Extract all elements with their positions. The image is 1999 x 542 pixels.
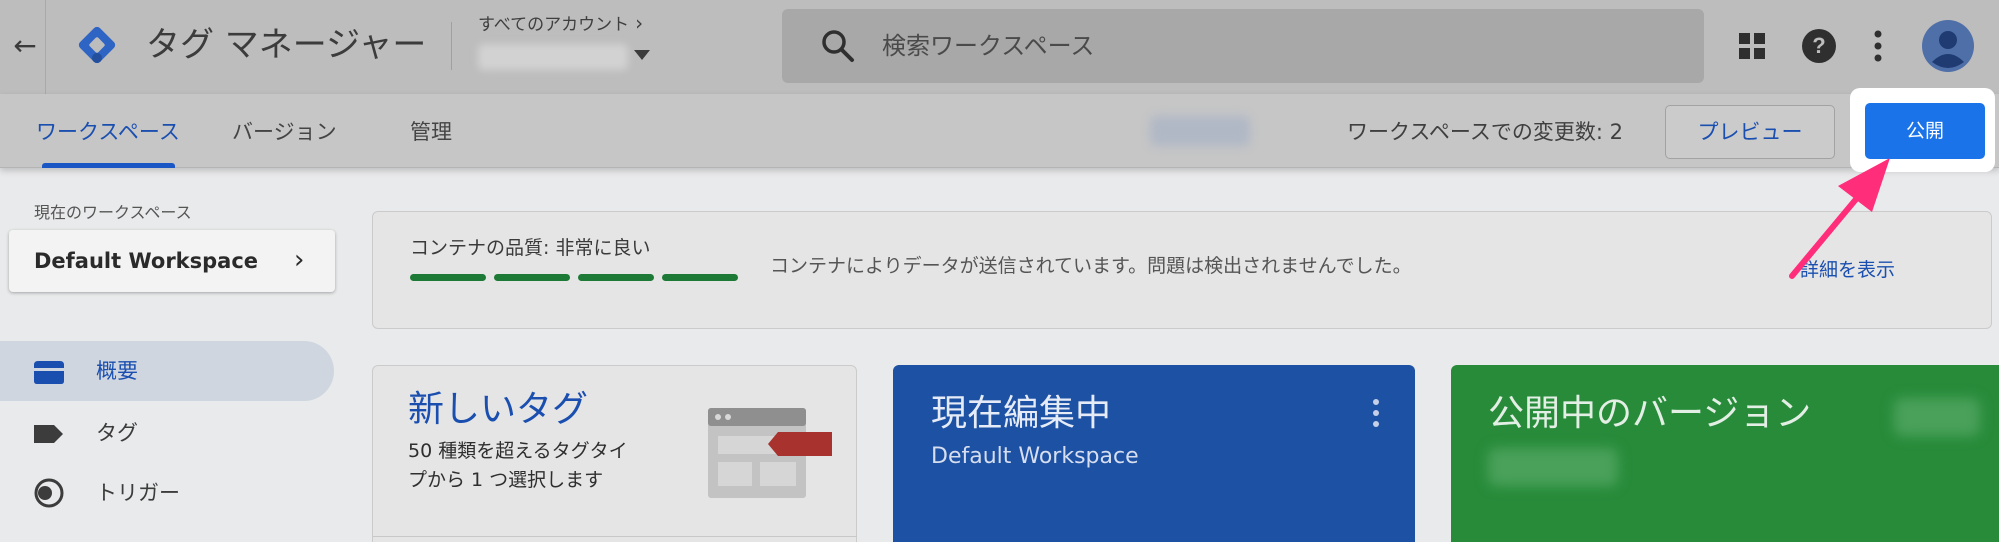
workspace-info-redacted xyxy=(1150,116,1250,146)
workspace-name: Default Workspace xyxy=(34,249,259,273)
new-tag-title[interactable]: 新しいタグ xyxy=(408,386,588,434)
container-name-redacted[interactable] xyxy=(478,44,628,70)
header-divider xyxy=(45,0,46,94)
apps-grid-icon[interactable] xyxy=(1736,30,1768,62)
back-arrow-icon[interactable]: ← xyxy=(8,24,42,68)
card-divider xyxy=(372,536,857,537)
chevron-right-icon: › xyxy=(294,245,305,275)
new-tag-illustration-icon xyxy=(708,408,832,498)
new-tag-description: 50 種類を超えるタグタイプから 1 つ選択します xyxy=(408,440,628,491)
chevron-right-icon: › xyxy=(635,11,644,35)
current-workspace-label: 現在のワークスペース xyxy=(34,203,192,222)
search-input[interactable]: 検索ワークスペース xyxy=(882,28,1094,64)
annotation-arrow-icon xyxy=(1789,158,1890,279)
account-label-text: すべてのアカウント xyxy=(478,15,630,35)
tag-icon[interactable] xyxy=(32,419,66,449)
quality-bar xyxy=(662,274,738,281)
trigger-icon[interactable] xyxy=(32,478,66,508)
sidebar-item-triggers[interactable]: トリガー xyxy=(96,478,180,508)
caret-down-icon[interactable] xyxy=(634,50,650,60)
quality-label: コンテナの品質: 非常に良い xyxy=(410,237,651,259)
quality-bar xyxy=(494,274,570,281)
tab-workspace[interactable]: ワークスペース xyxy=(36,118,180,146)
tab-admin[interactable]: 管理 xyxy=(410,118,452,146)
live-version-redacted xyxy=(1894,398,1980,436)
sidebar-item-label: 概要 xyxy=(96,359,138,383)
account-selector-label[interactable]: すべてのアカウント › xyxy=(478,12,643,36)
editing-card-title: 現在編集中 xyxy=(931,393,1112,434)
tag-manager-logo-icon xyxy=(78,26,116,64)
active-tab-indicator xyxy=(42,163,175,168)
quality-bar xyxy=(410,274,486,281)
avatar[interactable] xyxy=(1922,20,1974,72)
help-icon[interactable]: ? xyxy=(1800,27,1838,65)
live-version-redacted xyxy=(1488,448,1618,486)
folder-icon xyxy=(34,361,64,384)
more-vert-icon[interactable] xyxy=(1366,396,1386,430)
quality-bar xyxy=(578,274,654,281)
sidebar-item-tags[interactable]: タグ xyxy=(96,418,138,448)
app-title: タグ マネージャー xyxy=(146,25,427,65)
quality-meter xyxy=(410,274,738,282)
workspace-changes-count: ワークスペースでの変更数: 2 xyxy=(1347,120,1623,144)
tab-versions[interactable]: バージョン xyxy=(232,118,337,146)
search-icon xyxy=(822,30,854,62)
svg-text:?: ? xyxy=(1812,33,1825,58)
quality-message: コンテナによりデータが送信されています。問題は検出されませんでした。 xyxy=(770,255,1412,277)
header-divider xyxy=(451,22,452,70)
editing-card-workspace: Default Workspace xyxy=(931,444,1139,469)
more-vert-icon[interactable] xyxy=(1866,26,1890,66)
live-version-title: 公開中のバージョン xyxy=(1488,393,1812,434)
